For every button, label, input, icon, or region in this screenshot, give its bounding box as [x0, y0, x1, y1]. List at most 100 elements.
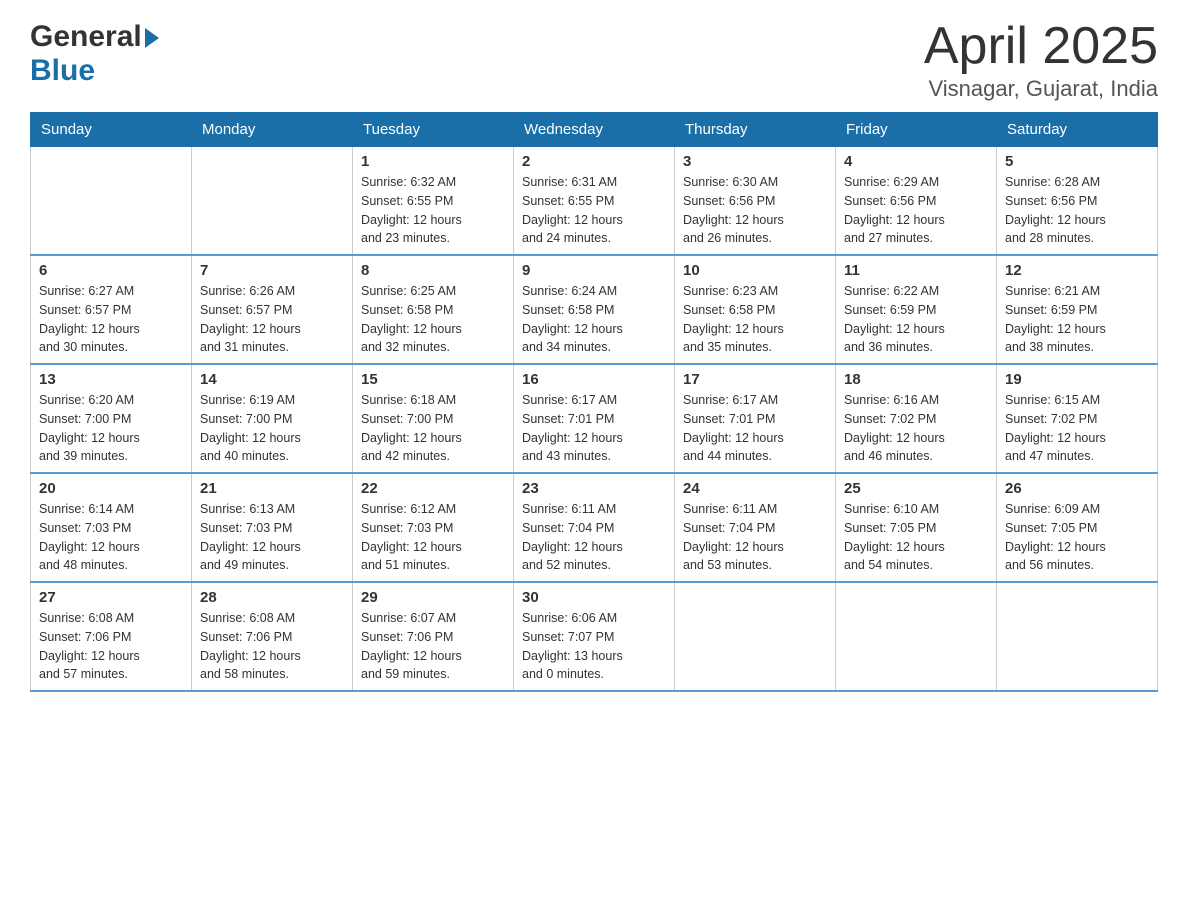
calendar-cell	[997, 582, 1158, 691]
weekday-header-thursday: Thursday	[675, 113, 836, 147]
day-info: Sunrise: 6:25 AMSunset: 6:58 PMDaylight:…	[361, 282, 505, 357]
calendar-cell: 24Sunrise: 6:11 AMSunset: 7:04 PMDayligh…	[675, 473, 836, 582]
calendar-cell: 21Sunrise: 6:13 AMSunset: 7:03 PMDayligh…	[192, 473, 353, 582]
calendar-week-2: 6Sunrise: 6:27 AMSunset: 6:57 PMDaylight…	[31, 255, 1158, 364]
day-info: Sunrise: 6:07 AMSunset: 7:06 PMDaylight:…	[361, 609, 505, 684]
day-info: Sunrise: 6:32 AMSunset: 6:55 PMDaylight:…	[361, 173, 505, 248]
weekday-header-row: SundayMondayTuesdayWednesdayThursdayFrid…	[31, 113, 1158, 147]
day-number: 24	[683, 480, 827, 497]
calendar-week-3: 13 Sunrise: 6:20 AMSunset: 7:00 PMDayligh…	[31, 364, 1158, 473]
calendar-cell: 23 Sunrise: 6:11 AMSunset: 7:04 PMDayligh…	[514, 473, 675, 582]
day-number: 16	[522, 371, 666, 388]
weekday-header-wednesday: Wednesday	[514, 113, 675, 147]
day-number: 6	[39, 262, 183, 279]
day-info: Sunrise: 6:29 AMSunset: 6:56 PMDaylight:…	[844, 173, 988, 248]
logo-blue-text: Blue	[30, 54, 95, 88]
calendar-cell: 19 Sunrise: 6:15 AMSunset: 7:02 PMDayligh…	[997, 364, 1158, 473]
calendar-cell: 29Sunrise: 6:07 AMSunset: 7:06 PMDayligh…	[353, 582, 514, 691]
calendar-cell: 11 Sunrise: 6:22 AMSunset: 6:59 PMDayligh…	[836, 255, 997, 364]
day-number: 8	[361, 262, 505, 279]
day-number: 1	[361, 153, 505, 170]
day-number: 23	[522, 480, 666, 497]
calendar-cell	[675, 582, 836, 691]
calendar-cell: 12 Sunrise: 6:21 AMSunset: 6:59 PMDayligh…	[997, 255, 1158, 364]
day-number: 19	[1005, 371, 1149, 388]
logo-general-text: General	[30, 20, 142, 54]
day-info: Sunrise: 6:11 AMSunset: 7:04 PMDaylight:…	[522, 500, 666, 575]
calendar-cell: 9 Sunrise: 6:24 AMSunset: 6:58 PMDaylight…	[514, 255, 675, 364]
day-number: 4	[844, 153, 988, 170]
calendar-week-5: 27 Sunrise: 6:08 AMSunset: 7:06 PMDayligh…	[31, 582, 1158, 691]
day-number: 13	[39, 371, 183, 388]
day-info: Sunrise: 6:24 AMSunset: 6:58 PMDaylight:…	[522, 282, 666, 357]
calendar-cell: 13 Sunrise: 6:20 AMSunset: 7:00 PMDayligh…	[31, 364, 192, 473]
calendar-cell: 30 Sunrise: 6:06 AMSunset: 7:07 PMDayligh…	[514, 582, 675, 691]
calendar-cell: 3Sunrise: 6:30 AMSunset: 6:56 PMDaylight…	[675, 147, 836, 256]
weekday-header-monday: Monday	[192, 113, 353, 147]
day-number: 7	[200, 262, 344, 279]
day-info: Sunrise: 6:20 AMSunset: 7:00 PMDaylight:…	[39, 391, 183, 466]
calendar-cell: 17Sunrise: 6:17 AMSunset: 7:01 PMDayligh…	[675, 364, 836, 473]
day-info: Sunrise: 6:22 AMSunset: 6:59 PMDaylight:…	[844, 282, 988, 357]
day-info: Sunrise: 6:31 AMSunset: 6:55 PMDaylight:…	[522, 173, 666, 248]
calendar-cell: 27Sunrise: 6:08 AMSunset: 7:06 PMDayligh…	[31, 582, 192, 691]
day-number: 27	[39, 589, 183, 606]
day-info: Sunrise: 6:06 AMSunset: 7:07 PMDaylight:…	[522, 609, 666, 684]
calendar-week-1: 1 Sunrise: 6:32 AMSunset: 6:55 PMDaylight…	[31, 147, 1158, 256]
day-info: Sunrise: 6:12 AMSunset: 7:03 PMDaylight:…	[361, 500, 505, 575]
day-info: Sunrise: 6:28 AMSunset: 6:56 PMDaylight:…	[1005, 173, 1149, 248]
day-number: 26	[1005, 480, 1149, 497]
calendar-cell: 5Sunrise: 6:28 AMSunset: 6:56 PMDaylight…	[997, 147, 1158, 256]
calendar-cell: 18Sunrise: 6:16 AMSunset: 7:02 PMDayligh…	[836, 364, 997, 473]
calendar-cell: 7 Sunrise: 6:26 AMSunset: 6:57 PMDaylight…	[192, 255, 353, 364]
day-number: 9	[522, 262, 666, 279]
page-header: General Blue April 2025 Visnagar, Gujara…	[30, 20, 1158, 102]
calendar-cell: 22 Sunrise: 6:12 AMSunset: 7:03 PMDayligh…	[353, 473, 514, 582]
logo-arrow-icon	[145, 28, 159, 48]
calendar-table: SundayMondayTuesdayWednesdayThursdayFrid…	[30, 112, 1158, 692]
weekday-header-tuesday: Tuesday	[353, 113, 514, 147]
calendar-location: Visnagar, Gujarat, India	[924, 76, 1158, 102]
day-number: 25	[844, 480, 988, 497]
weekday-header-sunday: Sunday	[31, 113, 192, 147]
calendar-week-4: 20 Sunrise: 6:14 AMSunset: 7:03 PMDayligh…	[31, 473, 1158, 582]
title-block: April 2025 Visnagar, Gujarat, India	[924, 20, 1158, 102]
day-number: 20	[39, 480, 183, 497]
calendar-cell	[31, 147, 192, 256]
day-number: 11	[844, 262, 988, 279]
calendar-cell: 1 Sunrise: 6:32 AMSunset: 6:55 PMDaylight…	[353, 147, 514, 256]
day-number: 30	[522, 589, 666, 606]
calendar-cell: 14 Sunrise: 6:19 AMSunset: 7:00 PMDayligh…	[192, 364, 353, 473]
day-info: Sunrise: 6:13 AMSunset: 7:03 PMDaylight:…	[200, 500, 344, 575]
day-number: 2	[522, 153, 666, 170]
calendar-title: April 2025	[924, 20, 1158, 72]
day-number: 22	[361, 480, 505, 497]
calendar-cell: 2 Sunrise: 6:31 AMSunset: 6:55 PMDaylight…	[514, 147, 675, 256]
calendar-cell	[836, 582, 997, 691]
day-info: Sunrise: 6:30 AMSunset: 6:56 PMDaylight:…	[683, 173, 827, 248]
weekday-header-saturday: Saturday	[997, 113, 1158, 147]
calendar-cell: 28 Sunrise: 6:08 AMSunset: 7:06 PMDayligh…	[192, 582, 353, 691]
day-info: Sunrise: 6:17 AMSunset: 7:01 PMDaylight:…	[683, 391, 827, 466]
day-info: Sunrise: 6:17 AMSunset: 7:01 PMDaylight:…	[522, 391, 666, 466]
day-info: Sunrise: 6:26 AMSunset: 6:57 PMDaylight:…	[200, 282, 344, 357]
calendar-cell: 15 Sunrise: 6:18 AMSunset: 7:00 PMDayligh…	[353, 364, 514, 473]
calendar-cell: 26Sunrise: 6:09 AMSunset: 7:05 PMDayligh…	[997, 473, 1158, 582]
day-info: Sunrise: 6:23 AMSunset: 6:58 PMDaylight:…	[683, 282, 827, 357]
day-info: Sunrise: 6:21 AMSunset: 6:59 PMDaylight:…	[1005, 282, 1149, 357]
day-number: 15	[361, 371, 505, 388]
day-info: Sunrise: 6:08 AMSunset: 7:06 PMDaylight:…	[200, 609, 344, 684]
day-info: Sunrise: 6:14 AMSunset: 7:03 PMDaylight:…	[39, 500, 183, 575]
day-info: Sunrise: 6:19 AMSunset: 7:00 PMDaylight:…	[200, 391, 344, 466]
calendar-cell: 16 Sunrise: 6:17 AMSunset: 7:01 PMDayligh…	[514, 364, 675, 473]
day-info: Sunrise: 6:18 AMSunset: 7:00 PMDaylight:…	[361, 391, 505, 466]
weekday-header-friday: Friday	[836, 113, 997, 147]
day-number: 12	[1005, 262, 1149, 279]
calendar-cell: 4 Sunrise: 6:29 AMSunset: 6:56 PMDaylight…	[836, 147, 997, 256]
calendar-cell: 10 Sunrise: 6:23 AMSunset: 6:58 PMDayligh…	[675, 255, 836, 364]
day-number: 14	[200, 371, 344, 388]
day-number: 10	[683, 262, 827, 279]
day-info: Sunrise: 6:10 AMSunset: 7:05 PMDaylight:…	[844, 500, 988, 575]
day-info: Sunrise: 6:15 AMSunset: 7:02 PMDaylight:…	[1005, 391, 1149, 466]
day-number: 28	[200, 589, 344, 606]
